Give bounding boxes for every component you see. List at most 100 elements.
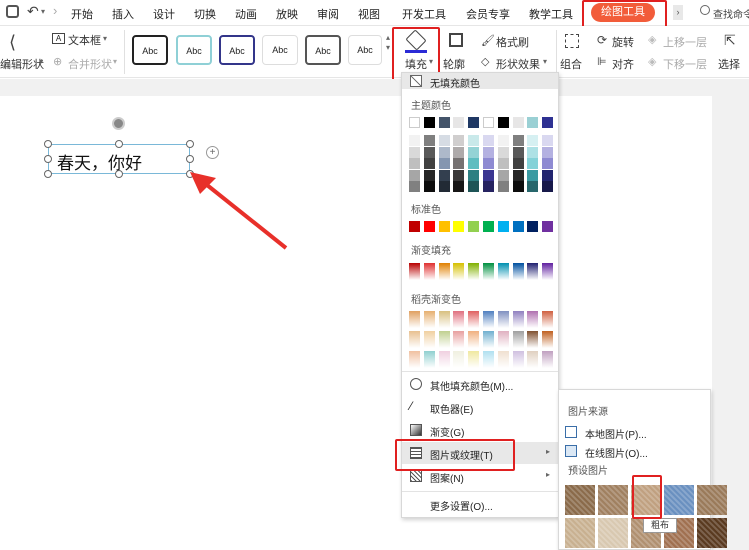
gradient-swatch[interactable] xyxy=(409,263,420,280)
add-element-icon[interactable]: + xyxy=(206,146,219,159)
theme-color-swatch[interactable] xyxy=(512,146,524,158)
texture-swatch[interactable] xyxy=(598,518,628,548)
theme-color-swatch[interactable] xyxy=(409,169,420,181)
theme-color-swatch[interactable] xyxy=(468,181,480,192)
resize-handle[interactable] xyxy=(186,155,194,163)
standard-color-swatch[interactable] xyxy=(409,221,420,232)
tab-design[interactable]: 设计 xyxy=(153,6,175,22)
theme-color-swatch[interactable] xyxy=(453,169,465,181)
textbox-button[interactable]: 文本框 xyxy=(68,32,101,48)
shape-effect-icon[interactable]: ◇ xyxy=(481,55,489,68)
docer-gradient-swatch[interactable] xyxy=(483,351,494,368)
gradient-swatch[interactable] xyxy=(542,263,554,280)
tab-member[interactable]: 会员专享 xyxy=(466,6,510,22)
shape-style-1[interactable]: Abc xyxy=(132,35,168,65)
theme-color-swatch[interactable] xyxy=(423,158,435,169)
docer-gradient-swatch[interactable] xyxy=(409,311,420,328)
no-fill-item[interactable]: 无填充颜色 xyxy=(402,73,558,90)
resize-handle[interactable] xyxy=(44,155,52,163)
format-painter-icon[interactable]: 🖌 xyxy=(481,34,495,47)
docer-gradient-swatch[interactable] xyxy=(542,351,554,368)
tab-insert[interactable]: 插入 xyxy=(112,6,134,22)
standard-color-swatch[interactable] xyxy=(542,221,554,232)
redo-icon[interactable]: › xyxy=(53,3,57,18)
select-button[interactable]: 选择 xyxy=(718,56,740,72)
tab-scroll-right-icon[interactable]: › xyxy=(673,5,683,20)
shape-effect-dropdown-icon[interactable]: ▾ xyxy=(543,57,547,66)
gradient-item[interactable]: 渐变(G) xyxy=(402,419,558,441)
theme-color-swatch[interactable] xyxy=(423,169,435,181)
theme-color-swatch[interactable] xyxy=(483,181,494,192)
theme-color-swatch[interactable] xyxy=(438,117,450,128)
textbox-dropdown-icon[interactable]: ▾ xyxy=(103,34,107,43)
gradient-swatch[interactable] xyxy=(438,263,450,280)
standard-color-swatch[interactable] xyxy=(497,221,509,232)
theme-color-swatch[interactable] xyxy=(438,158,450,169)
move-up-button[interactable]: 上移一层 xyxy=(663,34,707,50)
docer-gradient-swatch[interactable] xyxy=(468,351,480,368)
docer-gradient-swatch[interactable] xyxy=(512,311,524,328)
more-settings-item[interactable]: 更多设置(O)... xyxy=(402,493,558,515)
edit-shape-button[interactable]: 编辑形状 xyxy=(0,56,44,72)
docer-gradient-swatch[interactable] xyxy=(409,351,420,368)
theme-color-swatch[interactable] xyxy=(497,117,509,128)
tab-review[interactable]: 审阅 xyxy=(317,6,339,22)
gradient-swatch[interactable] xyxy=(497,263,509,280)
theme-color-swatch[interactable] xyxy=(512,169,524,181)
theme-color-swatch[interactable] xyxy=(438,135,450,146)
eyedropper-item[interactable]: ⁄ 取色器(E) xyxy=(402,396,558,418)
style-gallery-more-icon[interactable]: ▴ ▾ xyxy=(386,33,390,53)
docer-gradient-swatch[interactable] xyxy=(483,331,494,348)
theme-color-swatch[interactable] xyxy=(453,135,465,146)
theme-color-swatch[interactable] xyxy=(527,146,539,158)
theme-color-swatch[interactable] xyxy=(438,181,450,192)
tab-home[interactable]: 开始 xyxy=(71,6,93,22)
group-icon[interactable] xyxy=(565,34,579,48)
docer-gradient-swatch[interactable] xyxy=(512,351,524,368)
docer-gradient-swatch[interactable] xyxy=(453,351,465,368)
theme-color-swatch[interactable] xyxy=(497,158,509,169)
theme-color-swatch[interactable] xyxy=(423,181,435,192)
theme-color-swatch[interactable] xyxy=(512,158,524,169)
theme-color-swatch[interactable] xyxy=(409,146,420,158)
theme-color-swatch[interactable] xyxy=(453,181,465,192)
rotate-handle-icon[interactable] xyxy=(112,117,125,130)
group-button[interactable]: 组合 xyxy=(560,56,582,72)
theme-color-swatch[interactable] xyxy=(483,158,494,169)
theme-color-swatch[interactable] xyxy=(497,135,509,146)
resize-handle[interactable] xyxy=(186,140,194,148)
theme-color-swatch[interactable] xyxy=(483,135,494,146)
standard-color-swatch[interactable] xyxy=(512,221,524,232)
theme-color-swatch[interactable] xyxy=(483,146,494,158)
docer-gradient-swatch[interactable] xyxy=(527,331,539,348)
gradient-swatch[interactable] xyxy=(527,263,539,280)
search-command[interactable]: 查找命令 xyxy=(713,6,749,21)
undo-dropdown-icon[interactable]: ▾ xyxy=(41,7,45,16)
resize-handle[interactable] xyxy=(44,140,52,148)
docer-gradient-swatch[interactable] xyxy=(438,351,450,368)
tab-developer[interactable]: 开发工具 xyxy=(402,6,446,22)
docer-gradient-swatch[interactable] xyxy=(438,331,450,348)
docer-gradient-swatch[interactable] xyxy=(468,331,480,348)
resize-handle[interactable] xyxy=(115,170,123,178)
docer-gradient-swatch[interactable] xyxy=(468,311,480,328)
docer-gradient-swatch[interactable] xyxy=(497,351,509,368)
shape-effect-button[interactable]: 形状效果 xyxy=(496,56,540,72)
edit-shape-icon[interactable]: ⟨ xyxy=(9,32,16,53)
theme-color-swatch[interactable] xyxy=(483,117,494,128)
format-painter-button[interactable]: 格式刷 xyxy=(496,34,529,50)
theme-color-swatch[interactable] xyxy=(542,181,554,192)
tab-teaching[interactable]: 教学工具 xyxy=(529,6,573,22)
gradient-swatch[interactable] xyxy=(483,263,494,280)
docer-gradient-swatch[interactable] xyxy=(438,311,450,328)
texture-swatch[interactable] xyxy=(664,485,694,515)
undo-icon[interactable]: ↶ xyxy=(27,3,39,20)
app-icon[interactable] xyxy=(6,5,19,18)
standard-color-swatch[interactable] xyxy=(453,221,465,232)
theme-color-swatch[interactable] xyxy=(527,158,539,169)
theme-color-swatch[interactable] xyxy=(542,146,554,158)
theme-color-swatch[interactable] xyxy=(542,158,554,169)
theme-color-swatch[interactable] xyxy=(497,169,509,181)
standard-color-swatch[interactable] xyxy=(527,221,539,232)
more-fill-colors-item[interactable]: 其他填充颜色(M)... xyxy=(402,373,558,395)
